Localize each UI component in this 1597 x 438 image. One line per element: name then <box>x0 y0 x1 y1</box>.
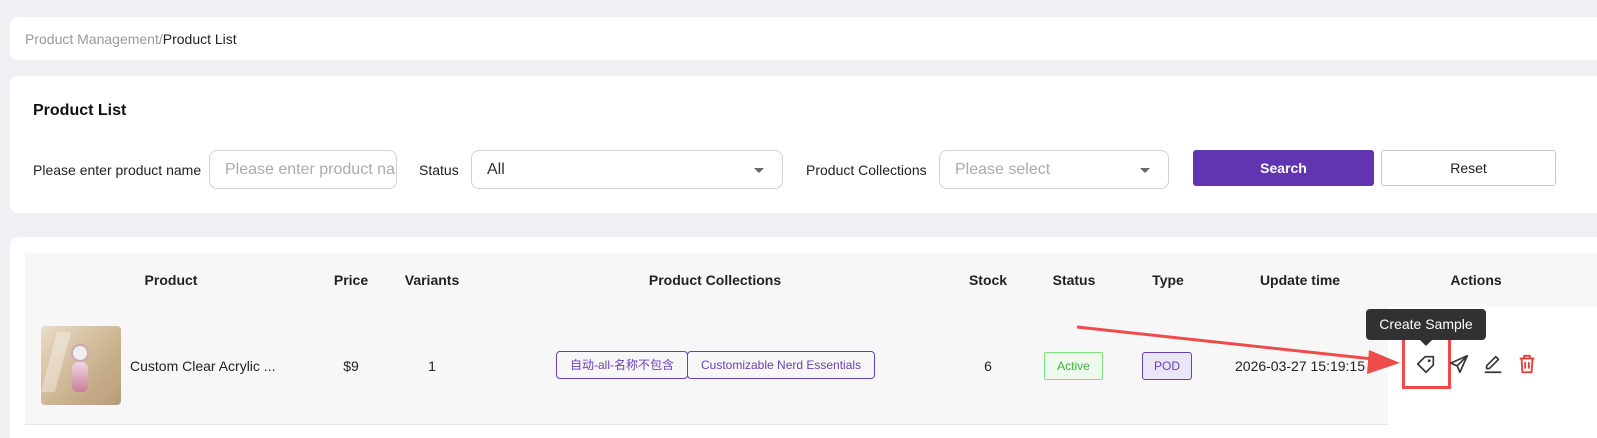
update-time: 2026-03-27 15:19:15 <box>1235 358 1365 374</box>
tag-icon[interactable] <box>1415 353 1437 375</box>
status-select[interactable]: All <box>471 150 783 189</box>
filter-panel: Product List Please enter product name P… <box>10 76 1597 213</box>
delete-icon[interactable] <box>1516 353 1538 375</box>
collections-select-placeholder: Please select <box>955 161 1051 178</box>
col-update-time: Update time <box>1259 272 1341 288</box>
search-button[interactable]: Search <box>1193 150 1374 186</box>
chevron-down-icon <box>754 168 764 173</box>
collection-tag: 自动-all-名称不包含 <box>556 351 688 379</box>
table-row[interactable]: Custom Clear Acrylic ... $9 1 自动-all-名称不… <box>25 307 1597 425</box>
collection-tag: Customizable Nerd Essentials <box>687 351 876 379</box>
type-badge: POD <box>1142 352 1192 380</box>
create-sample-tooltip: Create Sample <box>1366 309 1486 340</box>
page-title: Product List <box>33 102 127 119</box>
col-variants: Variants <box>404 272 460 288</box>
product-stock: 6 <box>984 358 992 374</box>
product-price: $9 <box>343 358 359 374</box>
col-price: Price <box>333 272 369 288</box>
breadcrumb-current: Product List <box>162 31 237 47</box>
product-name-input[interactable]: Please enter product name <box>209 150 397 189</box>
col-type: Type <box>1152 272 1184 288</box>
table-header: Product Price Variants Product Collectio… <box>25 253 1597 307</box>
status-badge: Active <box>1044 352 1103 380</box>
collections-label: Product Collections <box>806 162 927 178</box>
product-name[interactable]: Custom Clear Acrylic ... <box>130 358 275 374</box>
product-table-panel: Product Price Variants Product Collectio… <box>10 237 1597 438</box>
breadcrumb: Product Management/Product List <box>25 31 237 47</box>
breadcrumb-bar: Product Management/Product List <box>10 17 1597 60</box>
tooltip-arrow <box>1420 340 1432 346</box>
col-collections: Product Collections <box>648 272 782 288</box>
product-thumbnail[interactable] <box>41 326 121 405</box>
col-status: Status <box>1052 272 1096 288</box>
reset-button[interactable]: Reset <box>1381 150 1556 186</box>
breadcrumb-parent[interactable]: Product Management <box>25 31 159 47</box>
collections-select[interactable]: Please select <box>939 150 1169 189</box>
chevron-down-icon <box>1140 168 1150 173</box>
status-label: Status <box>419 162 459 178</box>
product-variants: 1 <box>428 358 436 374</box>
col-actions: Actions <box>1450 272 1502 288</box>
product-name-label: Please enter product name <box>33 162 202 178</box>
status-select-value: All <box>487 161 505 178</box>
send-icon[interactable] <box>1448 353 1470 375</box>
col-stock: Stock <box>968 272 1008 288</box>
col-product: Product <box>144 272 198 288</box>
edit-icon[interactable] <box>1482 353 1504 375</box>
